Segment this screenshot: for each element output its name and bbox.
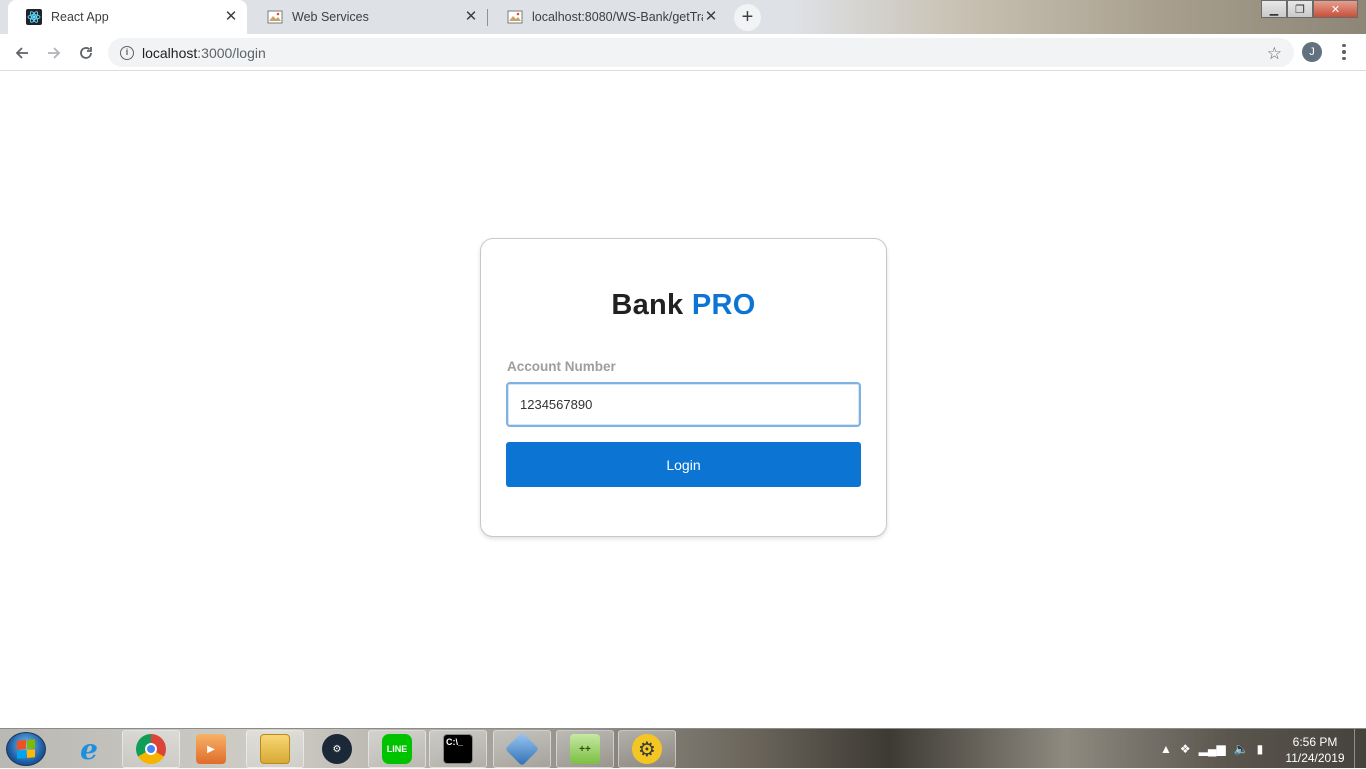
close-icon[interactable]: ✕ — [703, 9, 719, 25]
tab-title: localhost:8080/WS-Bank/getTran — [532, 10, 703, 24]
back-button[interactable] — [9, 40, 35, 66]
system-tray: ▲ ❖ ▂▄▆ 🔈 ▮ — [1160, 729, 1263, 769]
login-button[interactable]: Login — [506, 442, 861, 487]
address-bar[interactable]: i localhost:3000/login ☆ — [108, 38, 1294, 67]
info-icon[interactable]: i — [120, 45, 134, 60]
minimize-button[interactable]: ▁ — [1261, 0, 1287, 18]
internet-explorer-icon[interactable]: e — [60, 730, 118, 768]
media-player-icon[interactable]: ▶ — [182, 730, 240, 768]
brand-title: Bank PRO — [481, 289, 886, 322]
line-icon[interactable]: LINE — [368, 730, 426, 768]
battery-icon[interactable]: ▮ — [1257, 742, 1264, 756]
new-tab-button[interactable]: + — [734, 4, 761, 31]
url-path: :3000/login — [197, 44, 266, 61]
virtualbox-icon[interactable] — [493, 730, 551, 768]
tab-react-app[interactable]: React App ✕ — [8, 0, 247, 34]
settings-gear-icon[interactable]: ⚙ — [618, 730, 676, 768]
clock-time: 6:56 PM — [1292, 735, 1338, 749]
taskbar-clock[interactable]: 6:56 PM 11/24/2019 — [1282, 734, 1348, 766]
bookmark-star-icon[interactable]: ☆ — [1267, 44, 1282, 64]
chrome-icon[interactable] — [122, 730, 180, 768]
start-button[interactable] — [6, 732, 46, 766]
close-icon[interactable]: ✕ — [223, 9, 239, 25]
broken-image-icon — [507, 9, 523, 25]
tab-ws-bank[interactable]: localhost:8080/WS-Bank/getTran ✕ — [489, 0, 727, 34]
url-host: localhost — [142, 44, 198, 61]
browser-menu-icon[interactable] — [1336, 40, 1352, 64]
reload-button[interactable] — [73, 40, 99, 66]
browser-toolbar: i localhost:3000/login ☆ — [0, 34, 1366, 71]
account-number-label: Account Number — [507, 359, 616, 374]
taskbar: e ▶ ⚙ LINE C:\_ ++ ⚙ ▲ ❖ ▂▄▆ 🔈 ▮ 6:56 PM… — [0, 728, 1366, 769]
network-signal-icon[interactable]: ▂▄▆ — [1199, 742, 1226, 756]
file-explorer-icon[interactable] — [246, 730, 304, 768]
page-content: Bank PRO Account Number 1234567890 Login — [0, 71, 1366, 728]
command-prompt-icon[interactable]: C:\_ — [429, 730, 487, 768]
brand-accent: PRO — [691, 289, 756, 321]
arrow-right-icon — [48, 47, 61, 59]
login-card: Bank PRO Account Number 1234567890 Login — [480, 238, 887, 537]
tab-separator — [487, 9, 488, 26]
account-number-input[interactable]: 1234567890 — [506, 382, 861, 427]
arrow-left-icon — [15, 47, 28, 59]
window-controls: ▁ ❐ ✕ — [1261, 0, 1358, 18]
reload-icon — [80, 47, 92, 59]
close-icon[interactable]: ✕ — [463, 9, 479, 25]
dropbox-icon[interactable]: ❖ — [1180, 742, 1191, 756]
tab-strip: React App ✕ Web Services ✕ localhost:808… — [0, 0, 1366, 34]
volume-icon[interactable]: 🔈 — [1234, 742, 1249, 756]
url-text: localhost:3000/login — [142, 45, 266, 61]
restore-button[interactable]: ❐ — [1287, 0, 1313, 18]
react-icon — [26, 9, 42, 25]
steam-icon[interactable]: ⚙ — [308, 730, 366, 768]
tab-web-services[interactable]: Web Services ✕ — [249, 0, 487, 34]
notepad-plus-plus-icon[interactable]: ++ — [556, 730, 614, 768]
windows-logo-icon — [17, 739, 35, 759]
tab-title: Web Services — [292, 10, 369, 24]
forward-button[interactable] — [41, 40, 67, 66]
profile-avatar[interactable]: J — [1302, 42, 1322, 62]
close-window-button[interactable]: ✕ — [1313, 0, 1358, 18]
clock-date: 11/24/2019 — [1285, 751, 1345, 765]
broken-image-icon — [267, 9, 283, 25]
tab-title: React App — [51, 10, 109, 24]
show-hidden-icons-icon[interactable]: ▲ — [1160, 742, 1172, 756]
brand-main: Bank — [611, 289, 684, 321]
show-desktop-button[interactable] — [1354, 729, 1366, 769]
